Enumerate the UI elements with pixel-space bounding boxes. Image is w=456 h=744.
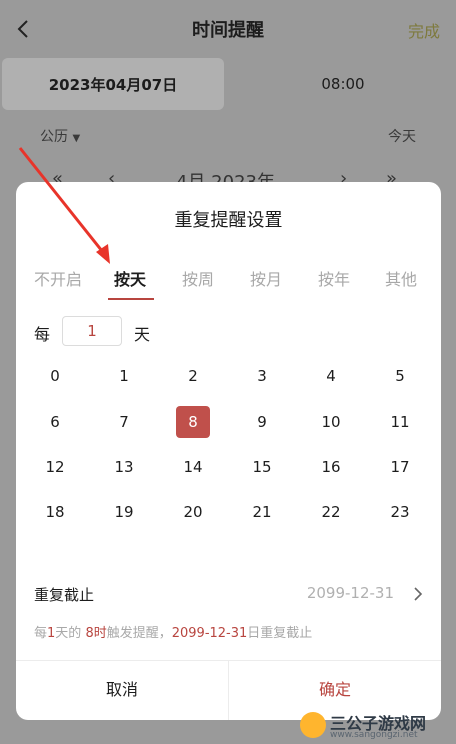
done-button[interactable]: 完成: [408, 18, 440, 42]
hour-option-selected[interactable]: 8: [176, 406, 210, 438]
hour-option[interactable]: 3: [245, 360, 279, 392]
hour-option[interactable]: 12: [38, 451, 72, 483]
hour-option[interactable]: 4: [314, 360, 348, 392]
repeat-until-value: 2099-12-31: [306, 584, 394, 602]
hour-option[interactable]: 17: [383, 451, 417, 483]
repeat-summary: 每1天的 8时触发提醒，2099-12-31日重复截止: [34, 622, 312, 641]
summary-text: 日重复截止: [247, 626, 313, 641]
hour-option[interactable]: 6: [38, 406, 72, 438]
calendar-type-dropdown[interactable]: 公历 ▼: [40, 126, 80, 146]
interval-unit: 天: [134, 325, 151, 344]
watermark-url: www.sangongzi.net: [330, 730, 418, 740]
annotation-arrow-icon: [18, 147, 110, 264]
tab-weekly[interactable]: 按周: [168, 266, 228, 290]
summary-hour: 8时: [85, 626, 107, 641]
date-selector[interactable]: 2023年04月07日: [2, 58, 224, 110]
tab-yearly[interactable]: 按年: [304, 266, 364, 290]
summary-text: 触发提醒，: [106, 626, 172, 641]
active-tab-indicator: [108, 298, 154, 300]
chevron-right-icon: [414, 587, 423, 601]
hour-option[interactable]: 5: [383, 360, 417, 392]
hour-option[interactable]: 20: [176, 496, 210, 528]
site-watermark: 三公子游戏网 www.sangongzi.net: [300, 708, 456, 744]
tab-monthly[interactable]: 按月: [236, 266, 296, 290]
hour-option[interactable]: 18: [38, 496, 72, 528]
calendar-type-label: 公历: [40, 129, 68, 145]
hour-option[interactable]: 0: [38, 360, 72, 392]
time-selector[interactable]: 08:00: [232, 58, 454, 110]
interval-prefix: 每: [34, 325, 51, 344]
tab-off[interactable]: 不开启: [28, 266, 88, 290]
tab-daily[interactable]: 按天: [100, 266, 160, 290]
caret-down-icon: ▼: [72, 133, 81, 144]
repeat-tabs: 不开启 按天 按周 按月 按年 其他: [16, 266, 441, 296]
hour-option[interactable]: 19: [107, 496, 141, 528]
hour-option[interactable]: 7: [107, 406, 141, 438]
cancel-button[interactable]: 取消: [16, 661, 229, 720]
page-title: 时间提醒: [192, 20, 264, 41]
interval-input[interactable]: 1: [62, 316, 122, 346]
hour-option[interactable]: 22: [314, 496, 348, 528]
hour-option[interactable]: 2: [176, 360, 210, 392]
hour-option[interactable]: 1: [107, 360, 141, 392]
repeat-until-row[interactable]: 重复截止 2099-12-31: [34, 582, 424, 606]
summary-end-date: 2099-12-31: [171, 626, 248, 641]
today-button[interactable]: 今天: [388, 126, 416, 146]
summary-text: 天的: [55, 626, 86, 641]
summary-text: 每: [34, 626, 48, 641]
hour-option[interactable]: 21: [245, 496, 279, 528]
tab-other[interactable]: 其他: [371, 266, 431, 290]
hour-option[interactable]: 23: [383, 496, 417, 528]
hour-option[interactable]: 14: [176, 451, 210, 483]
hour-option[interactable]: 16: [314, 451, 348, 483]
hour-option[interactable]: 11: [383, 406, 417, 438]
hour-option[interactable]: 9: [245, 406, 279, 438]
hour-option[interactable]: 15: [245, 451, 279, 483]
repeat-until-label: 重复截止: [34, 586, 95, 604]
watermark-logo-icon: [300, 712, 326, 738]
hour-option[interactable]: 10: [314, 406, 348, 438]
hour-option[interactable]: 13: [107, 451, 141, 483]
top-bar: 时间提醒 完成: [0, 0, 456, 58]
